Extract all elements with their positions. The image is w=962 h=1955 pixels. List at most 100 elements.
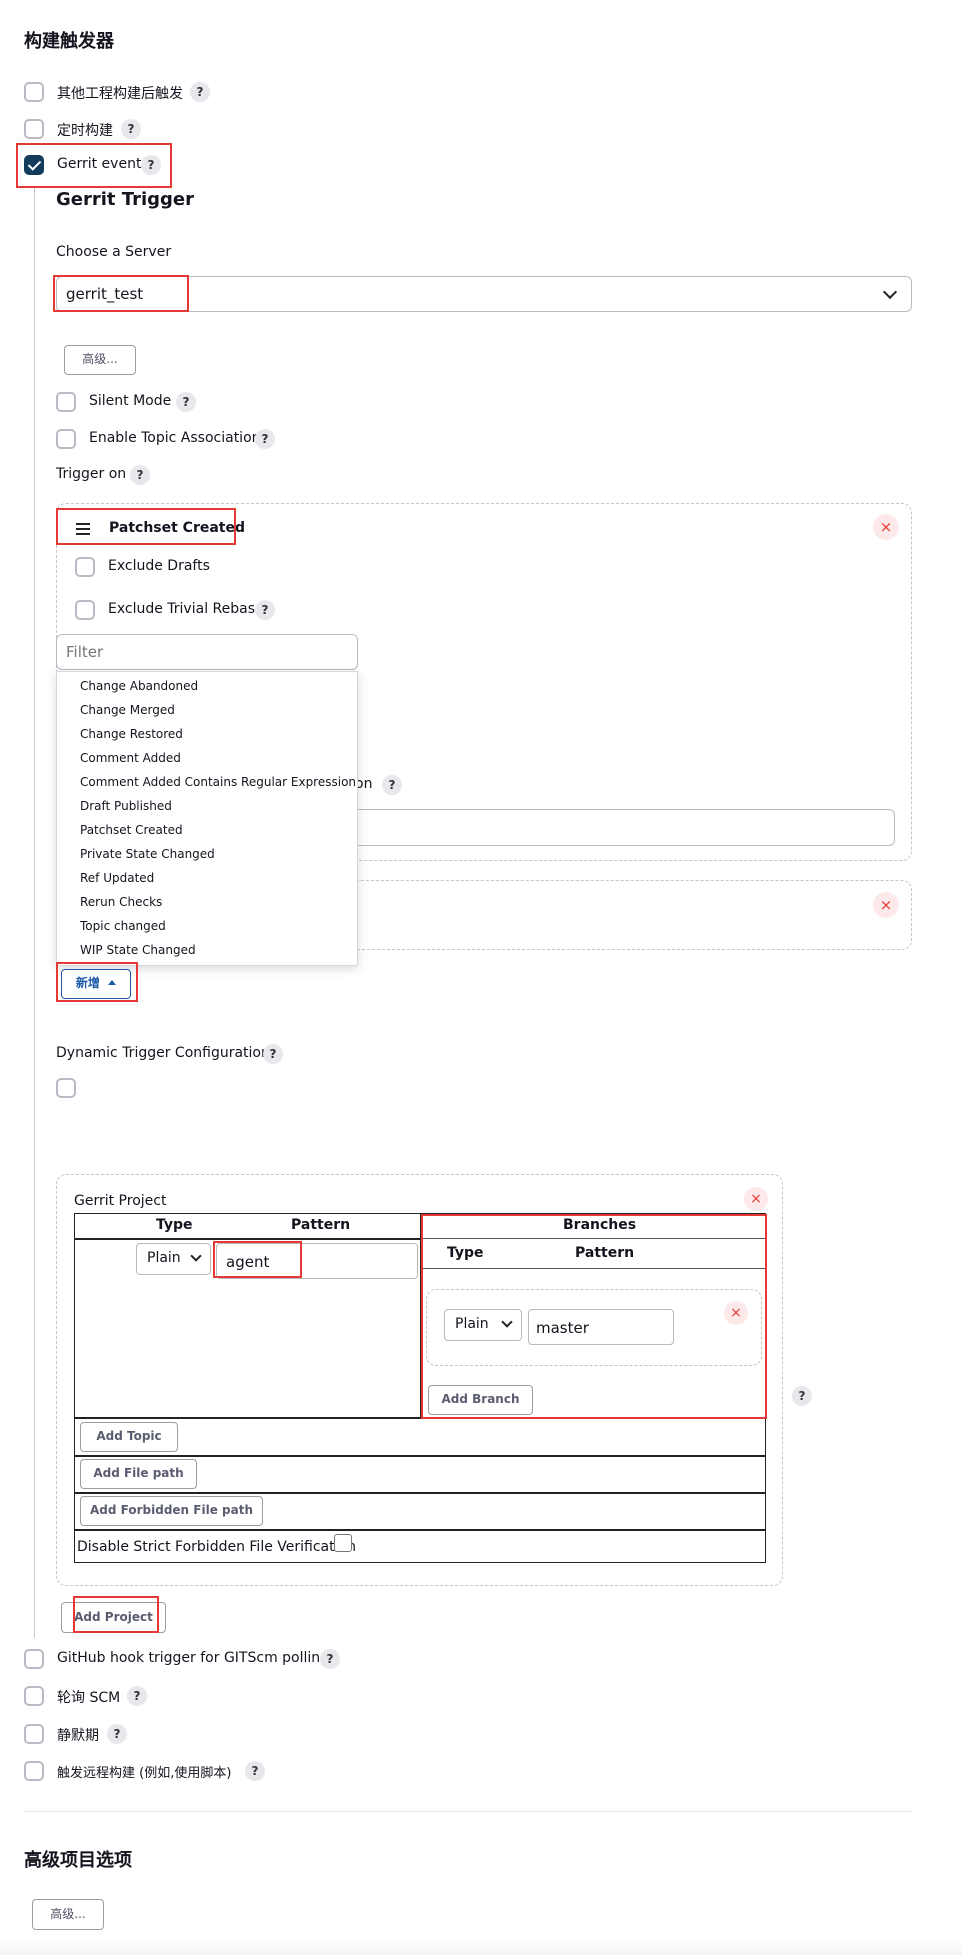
trigger-after-other-projects-label: 其他工程构建后触发 [57, 86, 183, 102]
silent-mode-label: Silent Mode [89, 393, 172, 409]
exclude-trivial-rebase-label: Exclude Trivial Rebase [108, 601, 264, 617]
remote-trigger-checkbox[interactable] [24, 1761, 44, 1781]
branch-type-select[interactable]: Plain [444, 1309, 522, 1341]
add-topic-button[interactable]: Add Topic [80, 1422, 178, 1452]
help-icon[interactable]: ? [255, 429, 275, 449]
build-periodically-checkbox[interactable] [24, 119, 44, 139]
table-rule [74, 1455, 766, 1457]
disable-strict-label: Disable Strict Forbidden File Verificati… [77, 1539, 356, 1555]
project-type-value: Plain [147, 1250, 181, 1266]
gerrit-project-title: Gerrit Project [74, 1193, 167, 1209]
advanced-options-button[interactable]: 高级... [32, 1899, 104, 1930]
remove-event-button[interactable]: × [873, 514, 899, 540]
disable-strict-checkbox[interactable] [334, 1534, 352, 1552]
event-dropdown-menu: Change Abandoned Change Merged Change Re… [56, 671, 358, 966]
remove-project-button[interactable]: × [744, 1187, 768, 1211]
remove-event-button[interactable]: × [873, 892, 899, 918]
menu-item-comment-added-regex[interactable]: Comment Added Contains Regular Expressio… [80, 775, 356, 789]
help-icon[interactable]: ? [190, 82, 210, 102]
nested-section-rule [34, 188, 35, 1638]
project-pattern-input[interactable]: agent [216, 1243, 418, 1279]
add-event-button-label: 新增 [75, 976, 100, 990]
trigger-on-label: Trigger on [56, 466, 127, 482]
github-hook-checkbox[interactable] [24, 1649, 44, 1669]
add-event-button[interactable]: 新增 [61, 969, 131, 999]
trigger-after-other-projects-checkbox[interactable] [24, 82, 44, 102]
server-select[interactable]: gerrit_test [56, 276, 912, 312]
menu-item-rerun-checks[interactable]: Rerun Checks [80, 895, 162, 909]
dynamic-trigger-checkbox[interactable] [56, 1078, 76, 1098]
col-branches-header: Branches [563, 1217, 637, 1233]
menu-item-draft-published[interactable]: Draft Published [80, 799, 172, 813]
project-pattern-value: agent [226, 1253, 270, 1271]
add-project-button[interactable]: Add Project [61, 1602, 166, 1633]
table-rule [421, 1268, 766, 1269]
page-bottom-fade [0, 1940, 962, 1955]
drag-handle-icon[interactable] [76, 523, 90, 535]
table-rule [420, 1213, 422, 1418]
help-icon[interactable]: ? [320, 1649, 340, 1669]
choose-server-label: Choose a Server [56, 244, 172, 260]
server-select-value: gerrit_test [66, 285, 144, 303]
remote-trigger-label: 触发远程构建 (例如,使用脚本) [57, 1766, 232, 1781]
branch-pattern-value: master [536, 1319, 589, 1337]
col-pattern-header: Pattern [291, 1217, 351, 1233]
hidden-text-field[interactable] [340, 809, 895, 846]
add-forbidden-file-path-button[interactable]: Add Forbidden File path [80, 1496, 263, 1526]
event-filter-input[interactable] [56, 634, 358, 670]
github-hook-label: GitHub hook trigger for GITScm polling [57, 1650, 330, 1666]
branch-pattern-input[interactable]: master [528, 1309, 674, 1345]
table-rule [421, 1238, 766, 1239]
quiet-period-checkbox[interactable] [24, 1724, 44, 1744]
patchset-created-title: Patchset Created [109, 520, 246, 536]
help-icon[interactable]: ? [141, 155, 161, 175]
add-file-path-button[interactable]: Add File path [80, 1459, 197, 1489]
help-icon[interactable]: ? [263, 1044, 283, 1064]
menu-item-change-abandoned[interactable]: Change Abandoned [80, 679, 198, 693]
gerrit-trigger-title: Gerrit Trigger [56, 189, 194, 210]
help-icon[interactable]: ? [792, 1386, 812, 1406]
add-branch-button[interactable]: Add Branch [428, 1385, 533, 1415]
menu-item-topic-changed[interactable]: Topic changed [80, 919, 166, 933]
topic-association-label: Enable Topic Association [89, 430, 261, 446]
caret-up-icon [108, 980, 117, 985]
help-icon[interactable]: ? [176, 392, 196, 412]
branch-col-pattern-header: Pattern [575, 1245, 635, 1261]
help-icon[interactable]: ? [107, 1724, 127, 1744]
col-type-header: Type [156, 1217, 193, 1233]
exclude-drafts-checkbox[interactable] [75, 557, 95, 577]
menu-item-comment-added[interactable]: Comment Added [80, 751, 181, 765]
menu-item-change-merged[interactable]: Change Merged [80, 703, 175, 717]
table-rule [74, 1238, 420, 1240]
gerrit-event-label: Gerrit event [57, 156, 142, 172]
help-icon[interactable]: ? [255, 600, 275, 620]
exclude-trivial-rebase-checkbox[interactable] [75, 600, 95, 620]
topic-association-checkbox[interactable] [56, 429, 76, 449]
table-rule [74, 1529, 766, 1531]
dynamic-trigger-label: Dynamic Trigger Configuration [56, 1045, 270, 1061]
branch-col-type-header: Type [447, 1245, 484, 1261]
gerrit-event-checkbox[interactable] [24, 155, 44, 175]
menu-item-patchset-created[interactable]: Patchset Created [80, 823, 183, 837]
help-icon[interactable]: ? [121, 119, 141, 139]
help-icon[interactable]: ? [127, 1686, 147, 1706]
chevron-down-icon [501, 1316, 513, 1328]
help-icon[interactable]: ? [382, 775, 402, 795]
help-icon[interactable]: ? [130, 465, 150, 485]
remove-branch-button[interactable]: × [724, 1301, 748, 1325]
menu-item-wip-state-changed[interactable]: WIP State Changed [80, 943, 196, 957]
silent-mode-checkbox[interactable] [56, 392, 76, 412]
build-triggers-title: 构建触发器 [24, 31, 114, 52]
menu-item-ref-updated[interactable]: Ref Updated [80, 871, 154, 885]
advanced-button[interactable]: 高级... [64, 345, 136, 375]
project-type-select[interactable]: Plain [136, 1243, 211, 1275]
menu-item-change-restored[interactable]: Change Restored [80, 727, 183, 741]
poll-scm-checkbox[interactable] [24, 1686, 44, 1706]
help-icon[interactable]: ? [245, 1761, 265, 1781]
advanced-project-options-title: 高级项目选项 [24, 1850, 132, 1871]
chevron-down-icon [190, 1250, 202, 1262]
menu-item-private-state-changed[interactable]: Private State Changed [80, 847, 215, 861]
chevron-down-icon [882, 284, 898, 300]
table-rule [74, 1417, 766, 1419]
table-rule [74, 1492, 766, 1494]
